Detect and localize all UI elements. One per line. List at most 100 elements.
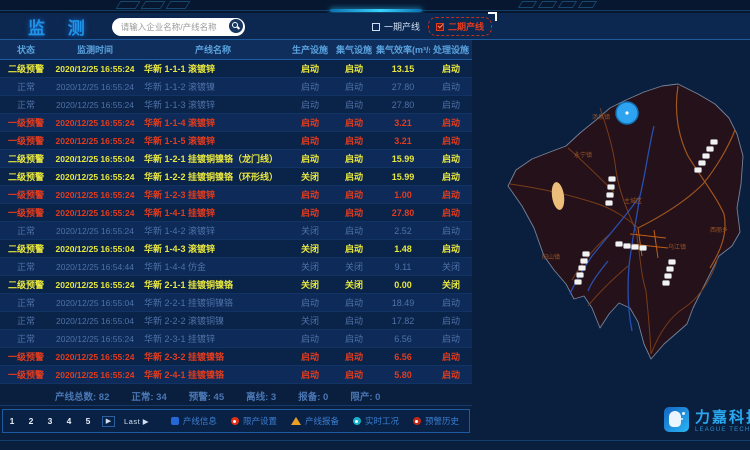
cell-status: 正常 [0,332,52,345]
table-row[interactable]: 正常2020/12/25 16:55:04华新 2-2-2 滚镀铜镍关闭启动17… [0,312,472,330]
table-row[interactable]: 一级预警2020/12/25 16:55:24华新 1-2-3 挂镀锌启动启动1… [0,186,472,204]
legend-label: 限产设置 [243,415,277,427]
cell-treat: 启动 [430,116,472,129]
cell-prod: 启动 [288,368,332,381]
page-button[interactable]: 3 [45,416,55,426]
限产设置-icon [231,417,239,425]
cell-eff: 13.15 [376,64,430,74]
pagination: 12345 ▶ Last ▶ [7,416,149,427]
page-button[interactable]: 1 [7,416,17,426]
cell-status: 正常 [0,80,52,93]
cell-name: 华新 1-1-4 滚镀锌 [138,116,288,129]
phase1-checkbox[interactable]: 一期产线 [372,20,420,33]
table-row[interactable]: 一级预警2020/12/25 16:55:24华新 1-4-1 挂镀锌启动启动2… [0,204,472,222]
legend-item[interactable]: 产线报备 [291,415,339,427]
page-button[interactable]: 5 [83,416,93,426]
cell-time: 2020/12/25 16:55:24 [52,190,138,200]
cell-name: 华新 2-3-1 挂镀锌 [138,332,288,345]
site-marker[interactable] [583,252,590,257]
search-button[interactable] [229,19,243,33]
last-page-button[interactable]: Last ▶ [124,417,149,426]
table-row[interactable]: 一级预警2020/12/25 16:55:24华新 1-1-5 滚镀锌启动启动3… [0,132,472,150]
legend-item[interactable]: 预警历史 [413,415,459,427]
site-marker[interactable] [624,244,631,249]
site-marker[interactable] [699,161,706,166]
cell-name: 华新 2-1-1 挂镀铜镍铬 [138,278,288,291]
next-page-button[interactable]: ▶ [102,416,115,427]
table-row[interactable]: 一级预警2020/12/25 16:55:24华新 2-4-1 挂镀镍铬启动启动… [0,366,472,384]
logo-icon [664,407,689,432]
site-marker[interactable] [640,246,647,251]
site-marker[interactable] [663,281,670,286]
site-marker[interactable] [609,177,616,182]
cell-prod: 启动 [288,98,332,111]
table-row[interactable]: 二级预警2020/12/25 16:55:24华新 2-1-1 挂镀铜镍铬关闭关… [0,276,472,294]
cell-time: 2020/12/25 16:55:24 [52,352,138,362]
table-row[interactable]: 正常2020/12/25 16:55:04华新 2-2-1 挂镀铜镍铬启动启动1… [0,294,472,312]
cell-eff: 17.82 [376,316,430,326]
site-marker[interactable] [581,259,588,264]
cell-eff: 15.99 [376,154,430,164]
table-row[interactable]: 正常2020/12/25 16:55:24华新 1-1-3 滚镀锌启动启动27.… [0,96,472,114]
site-marker[interactable] [608,185,615,190]
cell-time: 2020/12/25 16:55:24 [52,226,138,236]
cell-status: 一级预警 [0,116,52,129]
table-row[interactable]: 二级预警2020/12/25 16:55:04华新 1-2-1 挂镀铜镍铬（龙门… [0,150,472,168]
site-marker[interactable] [577,273,584,278]
table-row[interactable]: 正常2020/12/25 16:55:24华新 2-3-1 挂镀锌启动启动6.5… [0,330,472,348]
cell-status: 一级预警 [0,368,52,381]
table-row[interactable]: 一级预警2020/12/25 16:55:24华新 1-1-4 滚镀锌启动启动3… [0,114,472,132]
site-marker[interactable] [665,274,672,279]
site-marker[interactable] [606,201,613,206]
cell-gas: 启动 [332,80,376,93]
table-row[interactable]: 二级预警2020/12/25 16:55:24华新 1-1-1 滚镀锌启动启动1… [0,60,472,78]
legend-label: 产线报备 [305,415,339,427]
cell-name: 华新 1-4-2 滚镀锌 [138,224,288,237]
cell-time: 2020/12/25 16:54:44 [52,262,138,272]
site-marker[interactable] [607,193,614,198]
legend-item[interactable]: 实时工况 [353,415,399,427]
site-marker[interactable] [703,154,710,159]
table-row[interactable]: 二级预警2020/12/25 16:55:04华新 1-4-3 滚镀锌关闭启动1… [0,240,472,258]
search-input[interactable] [112,18,245,36]
table-row[interactable]: 正常2020/12/25 16:54:44华新 1-4-4 仿金关闭关闭9.11… [0,258,472,276]
page-button[interactable]: 4 [64,416,74,426]
cell-treat: 启动 [430,368,472,381]
cell-eff: 3.21 [376,118,430,128]
cell-treat: 启动 [430,242,472,255]
cell-prod: 关闭 [288,224,332,237]
site-marker[interactable] [669,260,676,265]
预警历史-icon [413,417,421,425]
col-treatment-facility: 处理设施 [430,43,472,56]
legend-item[interactable]: 产线信息 [171,415,217,427]
cell-prod: 启动 [288,152,332,165]
site-marker[interactable] [579,266,586,271]
legend-label: 预警历史 [425,415,459,427]
cell-prod: 启动 [288,80,332,93]
site-marker[interactable] [632,245,639,250]
cell-eff: 1.48 [376,244,430,254]
site-marker[interactable] [695,168,702,173]
table-row[interactable]: 正常2020/12/25 16:55:24华新 1-1-2 滚镀镍启动启动27.… [0,78,472,96]
bottom-bar: 12345 ▶ Last ▶ 产线信息 限产设置 产线报备 实时工况 预警历史 [2,409,470,433]
page-button[interactable]: 2 [26,416,36,426]
site-marker[interactable] [616,242,623,247]
table-row[interactable]: 正常2020/12/25 16:55:24华新 1-4-2 滚镀锌关闭启动2.5… [0,222,472,240]
district-map[interactable]: 汤泉镇永宁镇主城区西丽乡乌江镇阳山镇 [488,56,750,404]
cell-status: 二级预警 [0,170,52,183]
table-row[interactable]: 二级预警2020/12/25 16:55:24华新 1-2-2 挂镀铜镍铬（环形… [0,168,472,186]
top-decor-strip [0,0,750,13]
table-row[interactable]: 一级预警2020/12/25 16:55:24华新 2-3-2 挂镀镍铬启动启动… [0,348,472,366]
col-gas-facility: 集气设施 [332,43,376,56]
col-status: 状态 [0,43,52,56]
site-marker[interactable] [667,267,674,272]
cell-gas: 启动 [332,314,376,327]
phase2-checkbox[interactable]: 二期产线 [428,17,492,36]
legend-item[interactable]: 限产设置 [231,415,277,427]
site-marker[interactable] [711,140,718,145]
site-marker[interactable] [707,147,714,152]
cell-time: 2020/12/25 16:55:24 [52,334,138,344]
cell-status: 一级预警 [0,206,52,219]
cell-status: 一级预警 [0,350,52,363]
site-marker[interactable] [575,280,582,285]
